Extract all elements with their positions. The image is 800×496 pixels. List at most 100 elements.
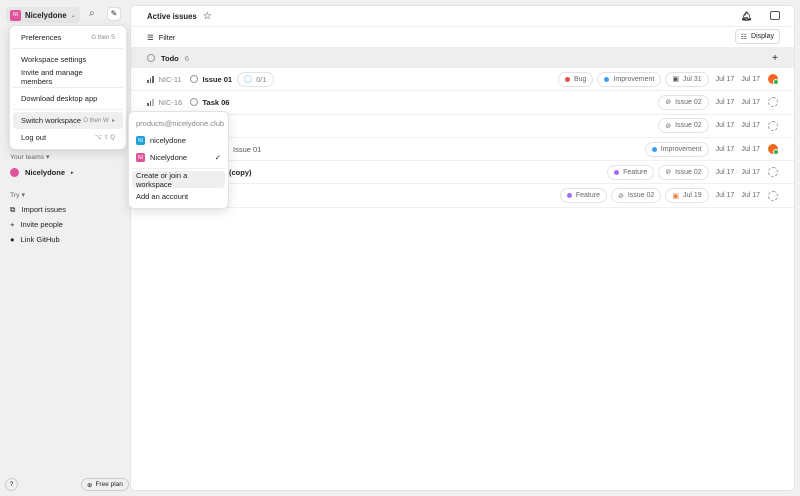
- workspace-menu: Preferences G then S Workspace settings I…: [9, 25, 127, 150]
- menu-log-out[interactable]: Log out ⌥ ⇧ Q: [13, 129, 123, 146]
- workspace-option-nicelydone[interactable]: NI Nicelydone ✓: [132, 149, 225, 166]
- issue-row[interactable]: (copy) Feature ⊘ Issue 02 Jul 17 Jul 17: [131, 161, 794, 185]
- switch-workspace-submenu: products@nicelydone.club NI nicelydone NI…: [128, 111, 229, 209]
- issue-title: Issue 01: [202, 74, 233, 84]
- sliders-icon: ☷: [740, 33, 748, 41]
- label-chip[interactable]: Improvement: [597, 71, 662, 87]
- issue-row[interactable]: NIC-16 Task 06 ⊘ Issue 02 Jul 17 Jul 17: [131, 91, 794, 115]
- status-icon[interactable]: [189, 75, 198, 84]
- issue-title-partial: Issue 01: [233, 144, 262, 154]
- unassigned-icon[interactable]: [768, 120, 778, 131]
- main-panel: Active issues ☆ 🔔︎ ☰ Filter ☷ Display Todo…: [130, 5, 795, 491]
- check-icon: ✓: [214, 153, 221, 162]
- assignee-avatar[interactable]: [768, 144, 779, 156]
- priority-icon[interactable]: [147, 98, 154, 106]
- invite-label: Invite people: [20, 220, 63, 229]
- issue-id: NIC-11: [158, 74, 182, 84]
- assignee-avatar[interactable]: [768, 74, 779, 86]
- created-date: Jul 17: [715, 122, 735, 130]
- label-text: Feature: [575, 192, 600, 200]
- updated-date: Jul 17: [741, 192, 760, 200]
- bell-icon[interactable]: 🔔︎: [741, 11, 752, 22]
- shortcut: O then W: [83, 118, 109, 124]
- panel-toggle-icon[interactable]: [770, 11, 780, 20]
- team-nicelydone[interactable]: Nicelydone ▸: [10, 165, 74, 180]
- progress-text: 0/1: [256, 74, 267, 84]
- sub-issue-progress[interactable]: 0/1: [237, 71, 274, 87]
- parent-icon: ⊘: [665, 122, 672, 130]
- workspace-switcher[interactable]: NI Nicelydone ⌄: [6, 7, 80, 23]
- try-label[interactable]: Try ▾: [10, 191, 25, 199]
- issue-row[interactable]: ⊘ Issue 02 Jul 17 Jul 17: [131, 115, 794, 138]
- add-account[interactable]: Add an account: [132, 188, 225, 205]
- label-chip[interactable]: Feature: [607, 164, 655, 180]
- free-plan-button[interactable]: ⊕ Free plan: [81, 478, 129, 491]
- workspace-avatar: NI: [136, 136, 145, 145]
- parent-chip[interactable]: ⊘ Issue 02: [658, 164, 709, 180]
- parent-chip[interactable]: ⊘ Issue 02: [610, 188, 662, 204]
- menu-label: Preferences: [21, 33, 62, 42]
- updated-date: Jul 17: [741, 98, 760, 106]
- parent-text: Issue 02: [675, 98, 702, 106]
- due-text: Jul 19: [682, 192, 702, 200]
- priority-icon[interactable]: [147, 75, 154, 83]
- label-text: Improvement: [660, 145, 702, 153]
- due-text: Jul 31: [682, 75, 702, 83]
- created-date: Jul 17: [715, 75, 735, 83]
- status-icon[interactable]: [189, 98, 198, 107]
- invite-people[interactable]: + Invite people: [10, 217, 63, 232]
- star-icon[interactable]: ☆: [203, 11, 212, 22]
- parent-text: Issue 02: [675, 122, 702, 130]
- github-label: Link GitHub: [20, 235, 60, 244]
- label-chip[interactable]: Improvement: [644, 141, 709, 157]
- menu-preferences[interactable]: Preferences G then S: [13, 29, 123, 46]
- parent-text: Issue 02: [675, 168, 702, 176]
- plan-label: Free plan: [95, 481, 123, 488]
- due-date-chip[interactable]: ▣ Jul 31: [665, 71, 709, 87]
- group-header-todo[interactable]: Todo 6 +: [131, 48, 794, 68]
- issue-row[interactable]: Feature ⊘ Issue 02 ▣ Jul 19 Jul 17 Jul 17: [131, 184, 794, 208]
- workspace-avatar: NI: [10, 9, 21, 21]
- filter-button[interactable]: ☰ Filter: [147, 33, 175, 42]
- menu-switch-workspace[interactable]: Switch workspace O then W ▸: [13, 112, 123, 129]
- label-dot: [564, 76, 570, 82]
- search-icon[interactable]: ⌕: [89, 8, 95, 19]
- chevron-down-icon: ⌄: [70, 12, 76, 19]
- header: Active issues ☆ 🔔︎: [131, 6, 794, 27]
- menu-workspace-settings[interactable]: Workspace settings: [13, 51, 123, 68]
- menu-invite-members[interactable]: Invite and manage members: [13, 67, 123, 86]
- filter-bar: ☰ Filter ☷ Display: [131, 27, 794, 48]
- group-label: Todo: [161, 53, 179, 63]
- label-dot: [566, 193, 572, 199]
- menu-label: Invite and manage members: [21, 67, 83, 86]
- menu-label: Workspace settings: [21, 55, 87, 64]
- new-issue-icon[interactable]: ✎: [107, 7, 121, 21]
- page-title: Active issues: [147, 11, 197, 21]
- due-date-chip[interactable]: ▣ Jul 19: [665, 188, 709, 204]
- label-chip[interactable]: Feature: [559, 188, 607, 204]
- issue-row[interactable]: NIC-11 Issue 01 0/1 Bug Improvement ▣ Jul 31 Ju…: [131, 68, 794, 92]
- create-join-workspace[interactable]: Create or join a workspace: [132, 171, 225, 189]
- parent-text: Issue 02: [627, 192, 655, 200]
- workspace-option-nicelydone-lower[interactable]: NI nicelydone: [132, 132, 225, 149]
- display-button[interactable]: ☷ Display: [734, 29, 780, 44]
- issue-row[interactable]: Issue 01 Improvement Jul 17 Jul 17: [131, 138, 794, 162]
- parent-icon: ⊘: [665, 169, 672, 177]
- import-issues[interactable]: ⧉ Import issues: [10, 202, 66, 217]
- unassigned-icon[interactable]: [768, 190, 778, 201]
- updated-date: Jul 17: [741, 75, 760, 83]
- label-chip[interactable]: Bug: [557, 71, 594, 87]
- link-github[interactable]: ● Link GitHub: [10, 232, 60, 247]
- parent-chip[interactable]: ⊘ Issue 02: [658, 118, 709, 134]
- parent-chip[interactable]: ⊘ Issue 02: [658, 94, 709, 110]
- unassigned-icon[interactable]: [768, 97, 778, 108]
- your-teams-label[interactable]: Your teams ▾: [10, 153, 49, 161]
- menu-download-app[interactable]: Download desktop app: [13, 90, 123, 107]
- unassigned-icon[interactable]: [768, 167, 778, 178]
- workspace-label: Nicelydone: [150, 153, 188, 162]
- created-date: Jul 17: [715, 192, 735, 200]
- created-date: Jul 17: [715, 168, 735, 176]
- add-issue-icon[interactable]: +: [772, 53, 778, 64]
- help-button[interactable]: ?: [5, 478, 18, 491]
- parent-icon: ⊘: [665, 99, 672, 107]
